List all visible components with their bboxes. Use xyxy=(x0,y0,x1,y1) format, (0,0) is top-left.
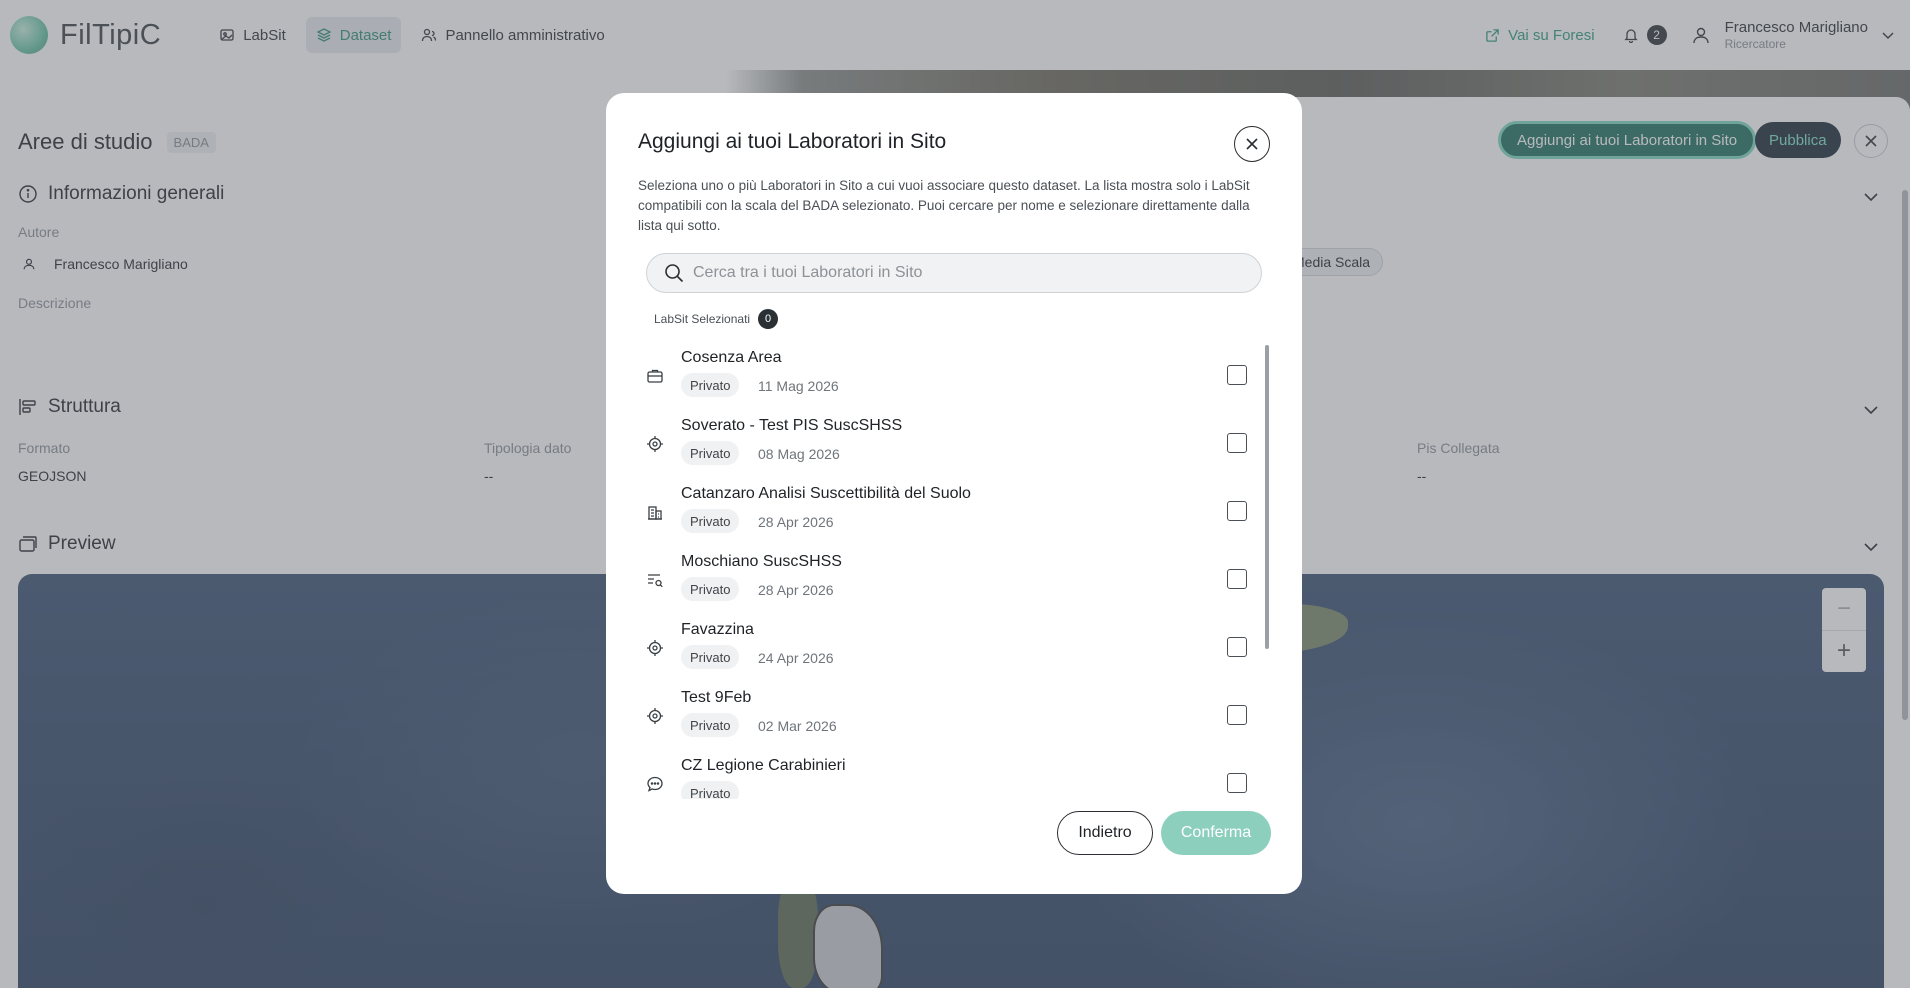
selected-label: LabSit Selezionati xyxy=(654,312,751,326)
labsit-date: 28 Apr 2026 xyxy=(758,514,834,530)
visibility-pill: Privato xyxy=(681,577,740,601)
chat-icon xyxy=(647,776,663,792)
add-to-labsit-dialog: Aggiungi ai tuoi Laboratori in Sito Sele… xyxy=(606,93,1302,894)
list-item[interactable]: Favazzina Privato 24 Apr 2026 xyxy=(646,617,1256,685)
selected-labsit-count: LabSit Selezionati 0 xyxy=(654,309,779,329)
labsit-date: 08 Mag 2026 xyxy=(758,446,840,462)
list-item[interactable]: Cosenza Area Privato 11 Mag 2026 xyxy=(646,345,1256,413)
visibility-pill: Privato xyxy=(681,509,740,533)
list-item[interactable]: Moschiano SuscSHSS Privato 28 Apr 2026 xyxy=(646,549,1256,617)
visibility-pill: Privato xyxy=(681,645,740,669)
list-search-icon xyxy=(648,574,663,588)
labsit-name: Test 9Feb xyxy=(681,689,752,706)
labsit-checkbox[interactable] xyxy=(1227,501,1247,521)
labsit-list[interactable]: Cosenza Area Privato 11 Mag 2026 Soverat… xyxy=(646,345,1256,799)
labsit-name: Favazzina xyxy=(681,621,754,638)
labsit-date: 11 Mag 2026 xyxy=(758,378,839,394)
visibility-pill: Privato xyxy=(681,441,740,465)
list-item[interactable]: Catanzaro Analisi Suscettibilità del Suo… xyxy=(646,481,1256,549)
close-icon xyxy=(1246,138,1258,150)
page-scrollbar-thumb[interactable] xyxy=(1902,190,1908,720)
confirm-button[interactable]: Conferma xyxy=(1161,811,1271,855)
dialog-title: Aggiungi ai tuoi Laboratori in Sito xyxy=(638,130,947,153)
labsit-search-box[interactable] xyxy=(646,253,1262,293)
labsit-checkbox[interactable] xyxy=(1227,433,1247,453)
list-item[interactable]: Test 9Feb Privato 02 Mar 2026 xyxy=(646,685,1256,753)
labsit-date: 24 Apr 2026 xyxy=(758,650,834,666)
building-icon xyxy=(648,506,662,520)
labsit-name: Soverato - Test PIS SuscSHSS xyxy=(681,417,903,434)
target-icon xyxy=(647,708,663,724)
list-item[interactable]: Soverato - Test PIS SuscSHSS Privato 08 … xyxy=(646,413,1256,481)
back-button[interactable]: Indietro xyxy=(1057,811,1153,855)
target-icon xyxy=(647,640,663,656)
list-item[interactable]: CZ Legione Carabinieri Privato xyxy=(646,753,1256,799)
labsit-checkbox[interactable] xyxy=(1227,637,1247,657)
target-icon xyxy=(647,436,663,452)
labsit-name: Moschiano SuscSHSS xyxy=(681,553,842,570)
labsit-name: CZ Legione Carabinieri xyxy=(681,757,846,774)
dialog-close-button[interactable] xyxy=(1234,126,1270,162)
labsit-date: 28 Apr 2026 xyxy=(758,582,834,598)
labsit-checkbox[interactable] xyxy=(1227,365,1247,385)
labsit-date: 02 Mar 2026 xyxy=(758,718,837,734)
search-icon xyxy=(665,264,684,283)
labsit-name: Catanzaro Analisi Suscettibilità del Suo… xyxy=(681,485,971,502)
page-scrollbar[interactable] xyxy=(1900,0,1910,988)
dialog-description: Seleziona uno o più Laboratori in Sito a… xyxy=(638,178,1250,233)
briefcase-icon xyxy=(647,369,663,383)
visibility-pill: Privato xyxy=(681,781,740,799)
labsit-checkbox[interactable] xyxy=(1227,773,1247,793)
labsit-checkbox[interactable] xyxy=(1227,569,1247,589)
visibility-pill: Privato xyxy=(681,373,740,397)
visibility-pill: Privato xyxy=(681,713,740,737)
labsit-name: Cosenza Area xyxy=(681,349,782,366)
labsit-checkbox[interactable] xyxy=(1227,705,1247,725)
selected-count-badge: 0 xyxy=(758,309,779,329)
labsit-search-input[interactable] xyxy=(693,264,1253,282)
labsit-list-scrollbar[interactable] xyxy=(1265,345,1269,649)
